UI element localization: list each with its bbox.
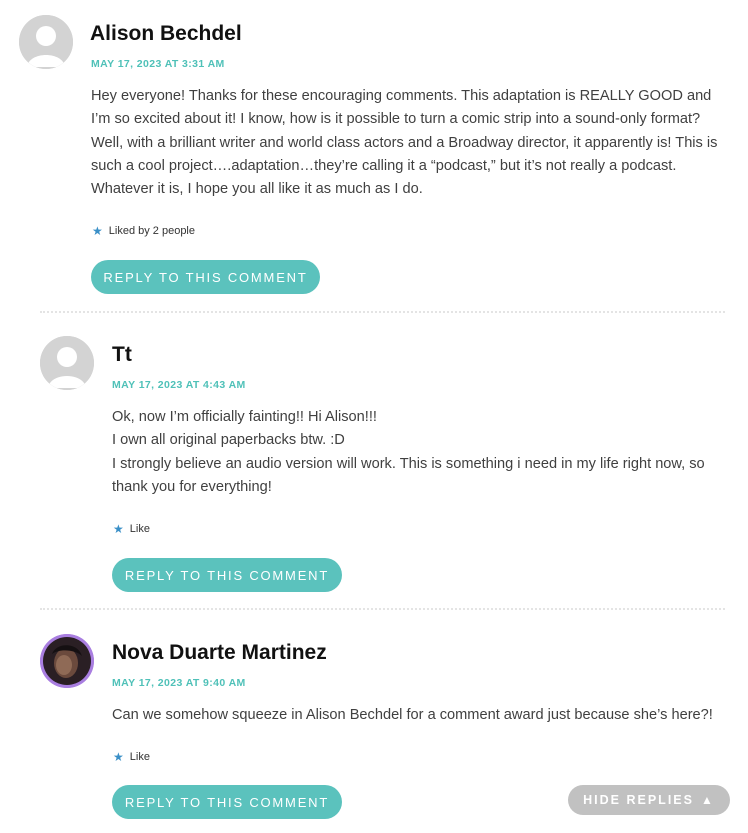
triangle-up-icon: ▲ [700,793,715,807]
hide-replies-button[interactable]: HIDE REPLIES ▲ [568,785,730,815]
comment-paragraph: Hey everyone! Thanks for these encouragi… [91,88,718,198]
comment-body: Hey everyone! Thanks for these encouragi… [91,85,725,201]
default-avatar-icon[interactable] [40,336,94,390]
comment-paragraph: I strongly believe an audio version will… [112,455,705,495]
user-photo-avatar[interactable] [40,634,94,688]
star-icon: ★ [92,224,103,238]
comment-divider [40,608,725,610]
likes-indicator[interactable]: ★ Liked by 2 people [92,223,195,238]
comment-paragraph: Ok, now I’m officially fainting!! Hi Ali… [112,409,377,425]
comment-date-link[interactable]: MAY 17, 2023 AT 4:43 AM [112,379,246,391]
comment-author[interactable]: Alison Bechdel [90,22,242,46]
comment-paragraph: Can we somehow squeeze in Alison Bechdel… [112,707,713,723]
star-icon: ★ [113,522,124,536]
comment-body: Ok, now I’m officially fainting!! Hi Ali… [112,406,724,499]
like-button[interactable]: ★ Like [113,521,150,536]
default-avatar-icon[interactable] [19,15,73,69]
reply-button[interactable]: REPLY TO THIS COMMENT [112,558,342,592]
hide-replies-label: HIDE REPLIES [583,793,694,807]
comment-date-link[interactable]: MAY 17, 2023 AT 3:31 AM [91,58,225,70]
comment-paragraph: I own all original paperbacks btw. :D [112,432,345,449]
comment-divider [40,311,725,313]
like-label: Like [129,751,150,763]
comment-author[interactable]: Tt [112,343,132,367]
like-button[interactable]: ★ Like [113,749,150,764]
likes-label: Liked by 2 people [108,225,195,237]
comment-date-link[interactable]: MAY 17, 2023 AT 9:40 AM [112,677,246,689]
star-icon: ★ [113,750,124,764]
comment-author[interactable]: Nova Duarte Martinez [112,641,327,665]
comment-body: Can we somehow squeeze in Alison Bechdel… [112,704,724,727]
reply-button[interactable]: REPLY TO THIS COMMENT [112,785,342,819]
reply-button[interactable]: REPLY TO THIS COMMENT [91,260,320,294]
like-label: Like [129,523,150,535]
